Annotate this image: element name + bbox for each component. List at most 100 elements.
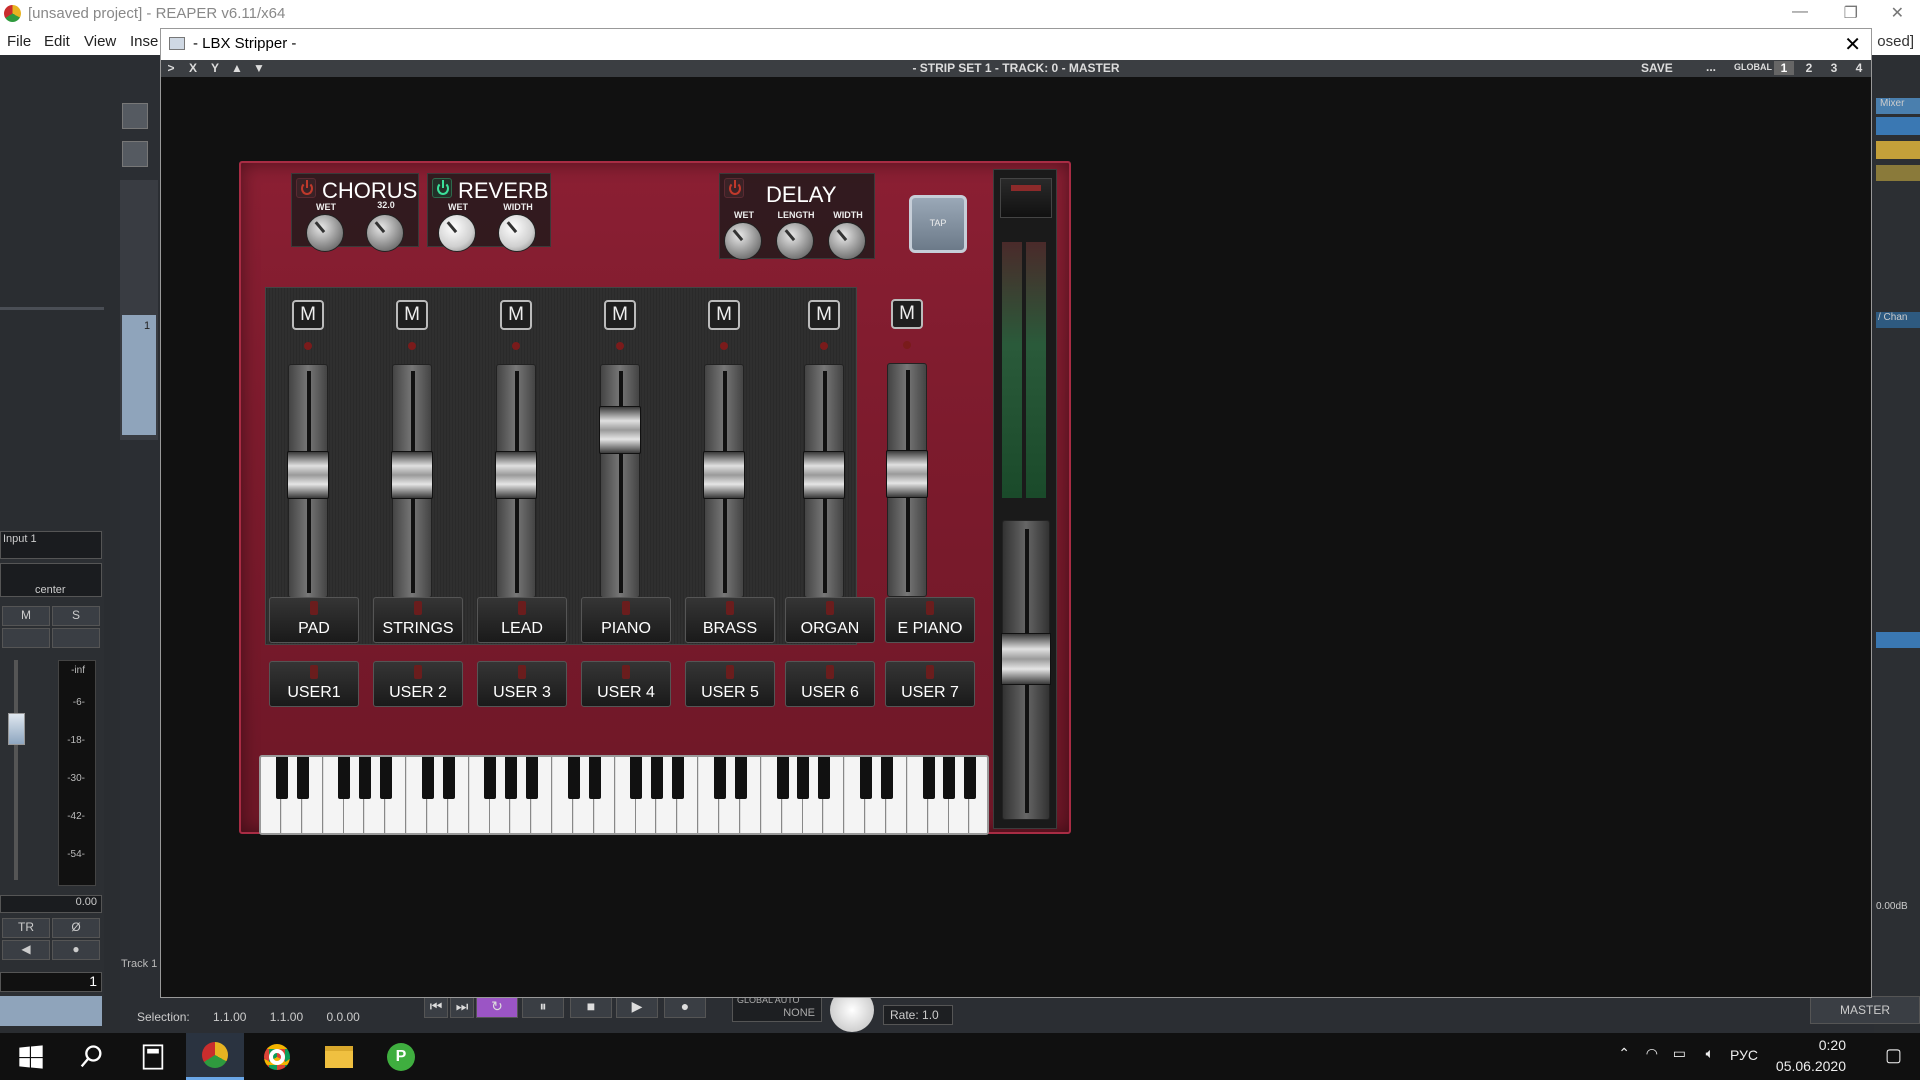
- phase-button[interactable]: Ø: [52, 918, 100, 938]
- fader-track-lead[interactable]: [495, 364, 537, 598]
- delay-length-knob[interactable]: [776, 222, 814, 260]
- menu-edit[interactable]: Edit: [44, 33, 70, 50]
- delay-width-knob[interactable]: [828, 222, 866, 260]
- piano-black-key[interactable]: [672, 757, 685, 799]
- mute-button-brass[interactable]: M: [708, 300, 740, 330]
- taskbar-app-p[interactable]: P: [372, 1033, 430, 1080]
- piano-black-key[interactable]: [588, 757, 601, 799]
- pan-box[interactable]: center: [0, 563, 102, 597]
- fader-track-piano[interactable]: [599, 364, 641, 598]
- clock-time[interactable]: 0:20: [1819, 1037, 1846, 1053]
- user-5-button[interactable]: USER 5: [685, 661, 775, 707]
- restore-icon[interactable]: ❐: [1844, 3, 1858, 23]
- battery-icon[interactable]: ▭: [1673, 1045, 1686, 1062]
- selection-length[interactable]: 0.0.00: [326, 1010, 359, 1024]
- mute-button-epiano[interactable]: M: [891, 299, 923, 329]
- page-4-button[interactable]: 4: [1849, 61, 1869, 75]
- close-icon[interactable]: ✕: [1891, 3, 1904, 23]
- fader-cap-epiano[interactable]: [886, 450, 928, 498]
- piano-black-key[interactable]: [922, 757, 935, 799]
- mute-button-pad[interactable]: M: [292, 300, 324, 330]
- mute-button-strings[interactable]: M: [396, 300, 428, 330]
- volume-fader-track[interactable]: [14, 660, 18, 880]
- page-2-button[interactable]: 2: [1799, 61, 1819, 75]
- record-arm-icon[interactable]: ●: [52, 940, 100, 960]
- preset-strings-button[interactable]: STRINGS: [373, 597, 463, 643]
- selection-start[interactable]: 1.1.00: [213, 1010, 246, 1024]
- reverb-power-icon[interactable]: [432, 178, 452, 198]
- piano-black-key[interactable]: [964, 757, 977, 799]
- rate-box[interactable]: Rate: 1.0: [883, 1005, 953, 1025]
- piano-black-key[interactable]: [296, 757, 309, 799]
- more-button[interactable]: ...: [1706, 60, 1716, 74]
- piano-black-key[interactable]: [943, 757, 956, 799]
- delay-power-icon[interactable]: [724, 178, 744, 198]
- delay-wet-knob[interactable]: [724, 222, 762, 260]
- page-3-button[interactable]: 3: [1824, 61, 1844, 75]
- piano-black-key[interactable]: [734, 757, 747, 799]
- chorus-rate-knob[interactable]: [366, 214, 404, 252]
- track-lane[interactable]: 1: [120, 180, 158, 440]
- user-2-button[interactable]: USER 2: [373, 661, 463, 707]
- right-volume-readout[interactable]: 0.00dB: [1876, 901, 1920, 917]
- fader-cap-strings[interactable]: [391, 451, 433, 499]
- input-box[interactable]: Input 1: [0, 531, 102, 559]
- preset-epiano-button[interactable]: E PIANO: [885, 597, 975, 643]
- taskbar-explorer[interactable]: [310, 1033, 368, 1080]
- piano-black-key[interactable]: [859, 757, 872, 799]
- volume-readout[interactable]: 0.00: [0, 895, 102, 913]
- piano-black-key[interactable]: [797, 757, 810, 799]
- tap-button[interactable]: TAP: [909, 195, 967, 253]
- right-fx-button[interactable]: [1876, 632, 1920, 648]
- piano-black-key[interactable]: [421, 757, 434, 799]
- piano-black-key[interactable]: [359, 757, 372, 799]
- preset-piano-button[interactable]: PIANO: [581, 597, 671, 643]
- chorus-power-icon[interactable]: [296, 178, 316, 198]
- preset-brass-button[interactable]: BRASS: [685, 597, 775, 643]
- track-route-button[interactable]: TR: [2, 918, 50, 938]
- speaker-icon[interactable]: ◀: [2, 940, 50, 960]
- taskbar-reaper[interactable]: [186, 1033, 244, 1080]
- global-button[interactable]: GLOBAL: [1734, 62, 1772, 72]
- fader-cap-organ[interactable]: [803, 451, 845, 499]
- fx-out-button[interactable]: [52, 628, 100, 648]
- lbx-close-icon[interactable]: ✕: [1844, 32, 1861, 57]
- selection-end[interactable]: 1.1.00: [270, 1010, 303, 1024]
- master-top-button[interactable]: [1000, 178, 1052, 218]
- preset-lead-button[interactable]: LEAD: [477, 597, 567, 643]
- piano-keyboard[interactable]: [259, 755, 989, 835]
- piano-black-key[interactable]: [338, 757, 351, 799]
- user-7-button[interactable]: USER 7: [885, 661, 975, 707]
- piano-black-key[interactable]: [526, 757, 539, 799]
- fader-track-strings[interactable]: [391, 364, 433, 598]
- user-4-button[interactable]: USER 4: [581, 661, 671, 707]
- mute-button[interactable]: M: [2, 606, 50, 626]
- chan-tab[interactable]: / Chan: [1876, 312, 1920, 328]
- master-fader-track[interactable]: [1001, 520, 1051, 820]
- mute-button-piano[interactable]: M: [604, 300, 636, 330]
- input-language[interactable]: РУС: [1730, 1047, 1758, 1063]
- clock-date[interactable]: 05.06.2020: [1776, 1058, 1846, 1074]
- piano-black-key[interactable]: [484, 757, 497, 799]
- piano-black-key[interactable]: [818, 757, 831, 799]
- minimize-icon[interactable]: —: [1792, 3, 1808, 21]
- user-3-button[interactable]: USER 3: [477, 661, 567, 707]
- notification-icon[interactable]: ▢: [1885, 1045, 1902, 1066]
- tcp-tool-2-icon[interactable]: [122, 141, 148, 167]
- page-1-button[interactable]: 1: [1774, 61, 1794, 75]
- save-button[interactable]: SAVE: [1641, 61, 1673, 75]
- master-fader-cap[interactable]: [1001, 633, 1051, 685]
- reverb-width-knob[interactable]: [498, 214, 536, 252]
- reverb-wet-knob[interactable]: [438, 214, 476, 252]
- wifi-icon[interactable]: ◠: [1646, 1045, 1658, 1062]
- piano-black-key[interactable]: [776, 757, 789, 799]
- piano-black-key[interactable]: [442, 757, 455, 799]
- fader-track-epiano[interactable]: [886, 363, 928, 597]
- piano-black-key[interactable]: [275, 757, 288, 799]
- preset-pad-button[interactable]: PAD: [269, 597, 359, 643]
- global-auto-box[interactable]: GLOBAL AUTO NONE: [732, 994, 822, 1022]
- menu-insert[interactable]: Inse: [130, 33, 158, 50]
- search-button[interactable]: [62, 1033, 120, 1080]
- fader-track-organ[interactable]: [803, 364, 845, 598]
- piano-black-key[interactable]: [380, 757, 393, 799]
